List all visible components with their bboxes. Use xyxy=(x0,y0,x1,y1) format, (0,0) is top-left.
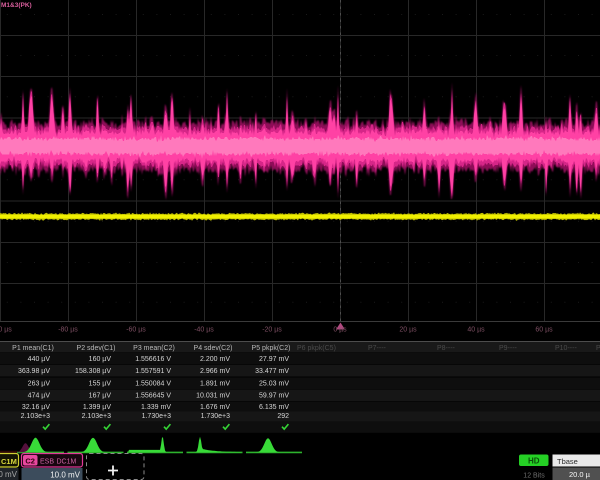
svg-text:263 µV: 263 µV xyxy=(28,381,51,388)
svg-text:59.97 mV: 59.97 mV xyxy=(259,393,289,400)
svg-text:40 µs: 40 µs xyxy=(467,327,485,334)
svg-text:10.031 mV: 10.031 mV xyxy=(196,393,230,400)
svg-text:158.308 µV: 158.308 µV xyxy=(75,368,111,375)
svg-text:P8----: P8---- xyxy=(437,345,456,352)
svg-text:HD: HD xyxy=(528,457,540,466)
svg-text:Tbase: Tbase xyxy=(557,457,578,466)
svg-text:2.200 mV: 2.200 mV xyxy=(200,356,230,363)
svg-text:1.339 mV: 1.339 mV xyxy=(141,404,171,411)
svg-text:-40 µs: -40 µs xyxy=(194,327,214,334)
svg-text:P1 mean(C1): P1 mean(C1) xyxy=(12,345,54,352)
svg-text:0 mV: 0 mV xyxy=(0,470,18,479)
svg-text:474 µV: 474 µV xyxy=(28,393,51,400)
svg-text:1.730e+3: 1.730e+3 xyxy=(201,413,230,420)
svg-text:292: 292 xyxy=(277,413,289,420)
svg-text:ESB: ESB xyxy=(40,459,54,466)
svg-text:60 µs: 60 µs xyxy=(535,327,553,334)
svg-text:P10----: P10---- xyxy=(555,345,577,352)
svg-text:2.966 mV: 2.966 mV xyxy=(200,368,230,375)
svg-text:P3 mean(C2): P3 mean(C2) xyxy=(133,345,175,352)
svg-text:1.730e+3: 1.730e+3 xyxy=(142,413,171,420)
svg-text:167 µV: 167 µV xyxy=(89,393,112,400)
svg-text:P9----: P9---- xyxy=(499,345,518,352)
svg-text:1.676 mV: 1.676 mV xyxy=(200,404,230,411)
svg-text:P5 pkpk(C2): P5 pkpk(C2) xyxy=(252,345,291,352)
svg-text:32.16 µV: 32.16 µV xyxy=(22,404,50,411)
svg-text:-100 µs: -100 µs xyxy=(0,327,12,334)
svg-text:1.556616 V: 1.556616 V xyxy=(135,356,171,363)
svg-text:10.0 mV: 10.0 mV xyxy=(50,470,80,479)
svg-text:-80 µs: -80 µs xyxy=(58,327,78,334)
svg-text:440 µV: 440 µV xyxy=(28,356,51,363)
svg-text:1.399 µV: 1.399 µV xyxy=(83,404,111,411)
svg-text:27.97 mV: 27.97 mV xyxy=(259,356,289,363)
svg-text:1.557591 V: 1.557591 V xyxy=(135,368,171,375)
svg-text:M1&3(PK): M1&3(PK) xyxy=(1,2,32,9)
svg-text:P4 sdev(C2): P4 sdev(C2) xyxy=(194,345,233,352)
svg-text:2.103e+3: 2.103e+3 xyxy=(82,413,111,420)
svg-text:1.550084 V: 1.550084 V xyxy=(135,381,171,388)
svg-text:DC1M: DC1M xyxy=(57,459,77,466)
svg-text:C2: C2 xyxy=(25,456,35,465)
svg-text:1.891 mV: 1.891 mV xyxy=(200,381,230,388)
svg-text:6.135 mV: 6.135 mV xyxy=(259,404,289,411)
svg-text:1.556645 V: 1.556645 V xyxy=(135,393,171,400)
svg-text:0 µs: 0 µs xyxy=(333,327,347,334)
svg-text:P1: P1 xyxy=(596,345,600,352)
svg-text:2.103e+3: 2.103e+3 xyxy=(21,413,50,420)
svg-text:155 µV: 155 µV xyxy=(89,381,112,388)
svg-text:20.0 µ: 20.0 µ xyxy=(569,470,591,479)
svg-text:P7----: P7---- xyxy=(368,345,387,352)
svg-text:P6 pkpk(C5): P6 pkpk(C5) xyxy=(297,345,336,352)
svg-text:363.98 µV: 363.98 µV xyxy=(18,368,50,375)
svg-text:20 µs: 20 µs xyxy=(399,327,417,334)
svg-text:33.477 mV: 33.477 mV xyxy=(255,368,289,375)
svg-text:P2 sdev(C1): P2 sdev(C1) xyxy=(77,345,116,352)
svg-text:-20 µs: -20 µs xyxy=(262,327,282,334)
svg-text:25.03 mV: 25.03 mV xyxy=(259,381,289,388)
svg-text:160 µV: 160 µV xyxy=(89,356,112,363)
svg-text:C1M: C1M xyxy=(1,457,17,466)
svg-text:-60 µs: -60 µs xyxy=(126,327,146,334)
svg-text:12 Bits: 12 Bits xyxy=(523,473,545,480)
